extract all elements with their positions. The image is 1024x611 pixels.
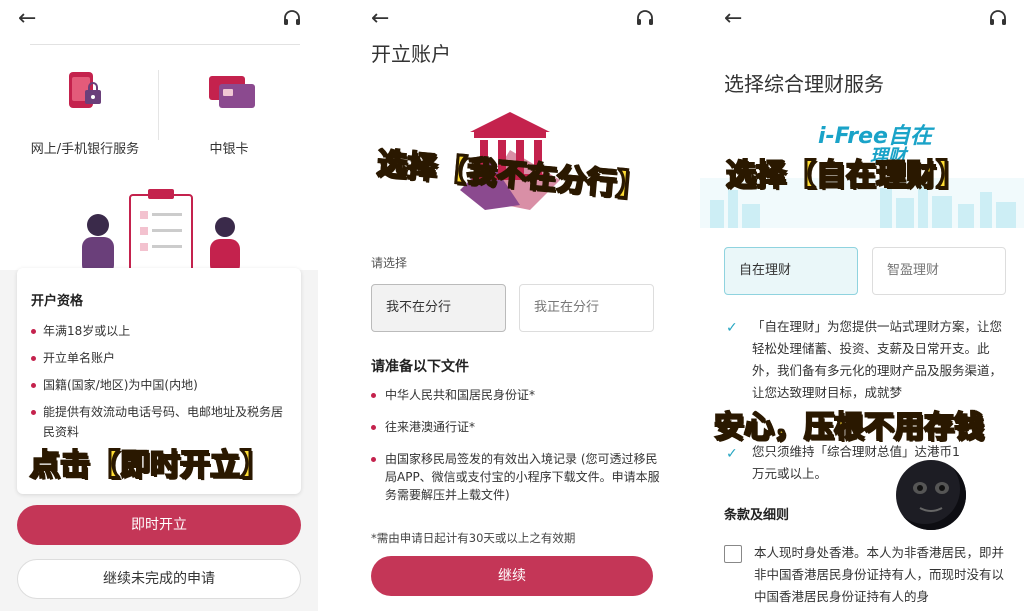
eligibility-list: 年满18岁或以上 开立单名账户 国籍(国家/地区)为中国(内地) 能提供有效流动…	[31, 321, 287, 442]
terms-checkbox[interactable]	[724, 545, 742, 563]
wealth-service-screen: ← 选择综合理财服务 i-Free自在 理财 选择【自在理财】 自在理财 智盈理…	[700, 0, 1024, 611]
top-bar: ←	[0, 0, 318, 44]
open-now-button[interactable]: 即时开立	[17, 505, 301, 545]
back-arrow-icon[interactable]: ←	[371, 8, 389, 30]
back-arrow-icon[interactable]: ←	[724, 8, 742, 30]
option-at-branch[interactable]: 我正在分行	[519, 284, 654, 332]
option-ifree[interactable]: 自在理财	[724, 247, 858, 295]
terms-title: 条款及细则	[724, 508, 790, 523]
continue-button[interactable]: 继续	[371, 556, 653, 596]
instruction-overlay: 选择【自在理财】	[725, 157, 967, 194]
option-not-at-branch[interactable]: 我不在分行	[371, 284, 506, 332]
card-icon	[207, 70, 255, 114]
continue-application-button[interactable]: 继续未完成的申请	[17, 559, 301, 599]
list-item: 开立单名账户	[31, 348, 287, 368]
list-item: 年满18岁或以上	[31, 321, 287, 341]
list-item: 往来港澳通行证*	[371, 418, 661, 436]
new-moon-face-icon	[896, 460, 966, 530]
list-item: 中华人民共和国居民身份证*	[371, 386, 661, 404]
account-info-screen: ← 网上/手机银行服务 中银卡 开户资格 年满18岁或以上 开立单名账户 国籍(…	[0, 0, 318, 611]
online-banking-service[interactable]: 网上/手机银行服务	[10, 70, 160, 157]
option-smart-wealth[interactable]: 智盈理财	[872, 247, 1006, 295]
open-account-screen: ← 开立账户 选择【我不在分行】 请选择 我不在分行 我正在分行 请准备以下文件…	[345, 0, 687, 611]
validity-note: *需由申请日起计有30天或以上之有效期	[371, 531, 576, 545]
docs-title: 请准备以下文件	[371, 359, 469, 375]
headset-icon[interactable]	[988, 9, 1008, 29]
check-icon: ✓	[726, 320, 738, 336]
list-item: 国籍(国家/地区)为中国(内地)	[31, 375, 287, 395]
service-label: 网上/手机银行服务	[30, 142, 140, 157]
top-bar: ←	[700, 0, 1024, 44]
back-arrow-icon[interactable]: ←	[18, 8, 36, 30]
boc-card-service[interactable]: 中银卡	[154, 70, 304, 157]
headset-icon[interactable]	[635, 9, 655, 29]
terms-text: 本人现时身处香港。本人为非香港居民，即并非中国香港居民身份证持有人，而现时没有以…	[754, 545, 1005, 604]
clipboard-illustration	[60, 185, 260, 276]
page-title: 开立账户	[371, 42, 451, 66]
divider	[30, 44, 300, 45]
ifree-description: 「自在理财」为您提供一站式理财方案，让您轻松处理储蓄、投资、支薪及日常开支。此外…	[752, 319, 1003, 400]
docs-list: 中华人民共和国居民身份证* 往来港澳通行证* 由国家移民局签发的有效出入境记录 …	[371, 386, 661, 518]
instruction-overlay: 安心，压根不用存钱	[713, 409, 985, 446]
page-title: 选择综合理财服务	[724, 72, 884, 96]
list-item: 由国家移民局签发的有效出入境记录 (您可透过移民局APP、微信或支付宝的小程序下…	[371, 450, 661, 504]
check-icon: ✓	[726, 446, 738, 462]
choose-label: 请选择	[371, 256, 408, 270]
headset-icon[interactable]	[282, 9, 302, 29]
list-item: 能提供有效流动电话号码、电邮地址及税务居民资料	[31, 402, 287, 442]
instruction-overlay: 点击【即时开立】	[29, 447, 271, 484]
phone-lock-icon	[63, 70, 107, 114]
eligibility-title: 开户资格	[31, 294, 84, 309]
service-label: 中银卡	[209, 142, 249, 157]
